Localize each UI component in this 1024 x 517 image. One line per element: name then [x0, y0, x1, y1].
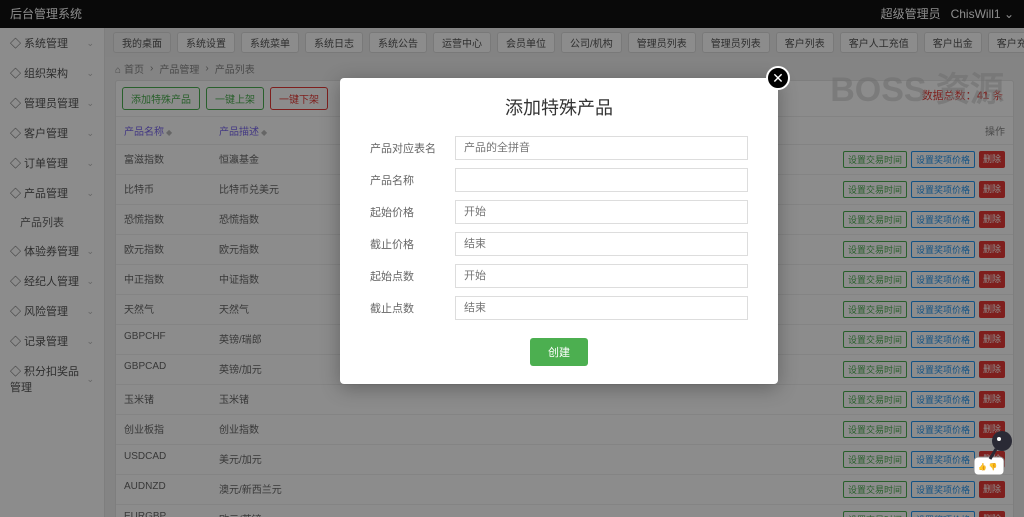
svg-text:👍 👎: 👍 👎 [978, 462, 997, 471]
field-input[interactable] [455, 264, 748, 288]
field-label: 产品名称 [370, 172, 455, 188]
form-row: 产品对应表名 [340, 132, 778, 164]
create-button[interactable]: 创建 [530, 338, 588, 366]
form-row: 截止价格 [340, 228, 778, 260]
field-input[interactable] [455, 168, 748, 192]
field-label: 起始价格 [370, 204, 455, 220]
field-input[interactable] [455, 296, 748, 320]
modal-title: 添加特殊产品 [340, 78, 778, 132]
field-input[interactable] [455, 136, 748, 160]
add-product-modal: ✕ 添加特殊产品 产品对应表名产品名称起始价格截止价格起始点数截止点数 创建 [340, 78, 778, 384]
form-row: 截止点数 [340, 292, 778, 324]
field-label: 产品对应表名 [370, 140, 455, 156]
field-label: 起始点数 [370, 268, 455, 284]
close-icon[interactable]: ✕ [766, 66, 790, 90]
mascot-icon: 👍 👎 [972, 425, 1020, 481]
field-label: 截止点数 [370, 300, 455, 316]
form-row: 起始点数 [340, 260, 778, 292]
field-input[interactable] [455, 200, 748, 224]
field-label: 截止价格 [370, 236, 455, 252]
form-row: 产品名称 [340, 164, 778, 196]
field-input[interactable] [455, 232, 748, 256]
form-row: 起始价格 [340, 196, 778, 228]
